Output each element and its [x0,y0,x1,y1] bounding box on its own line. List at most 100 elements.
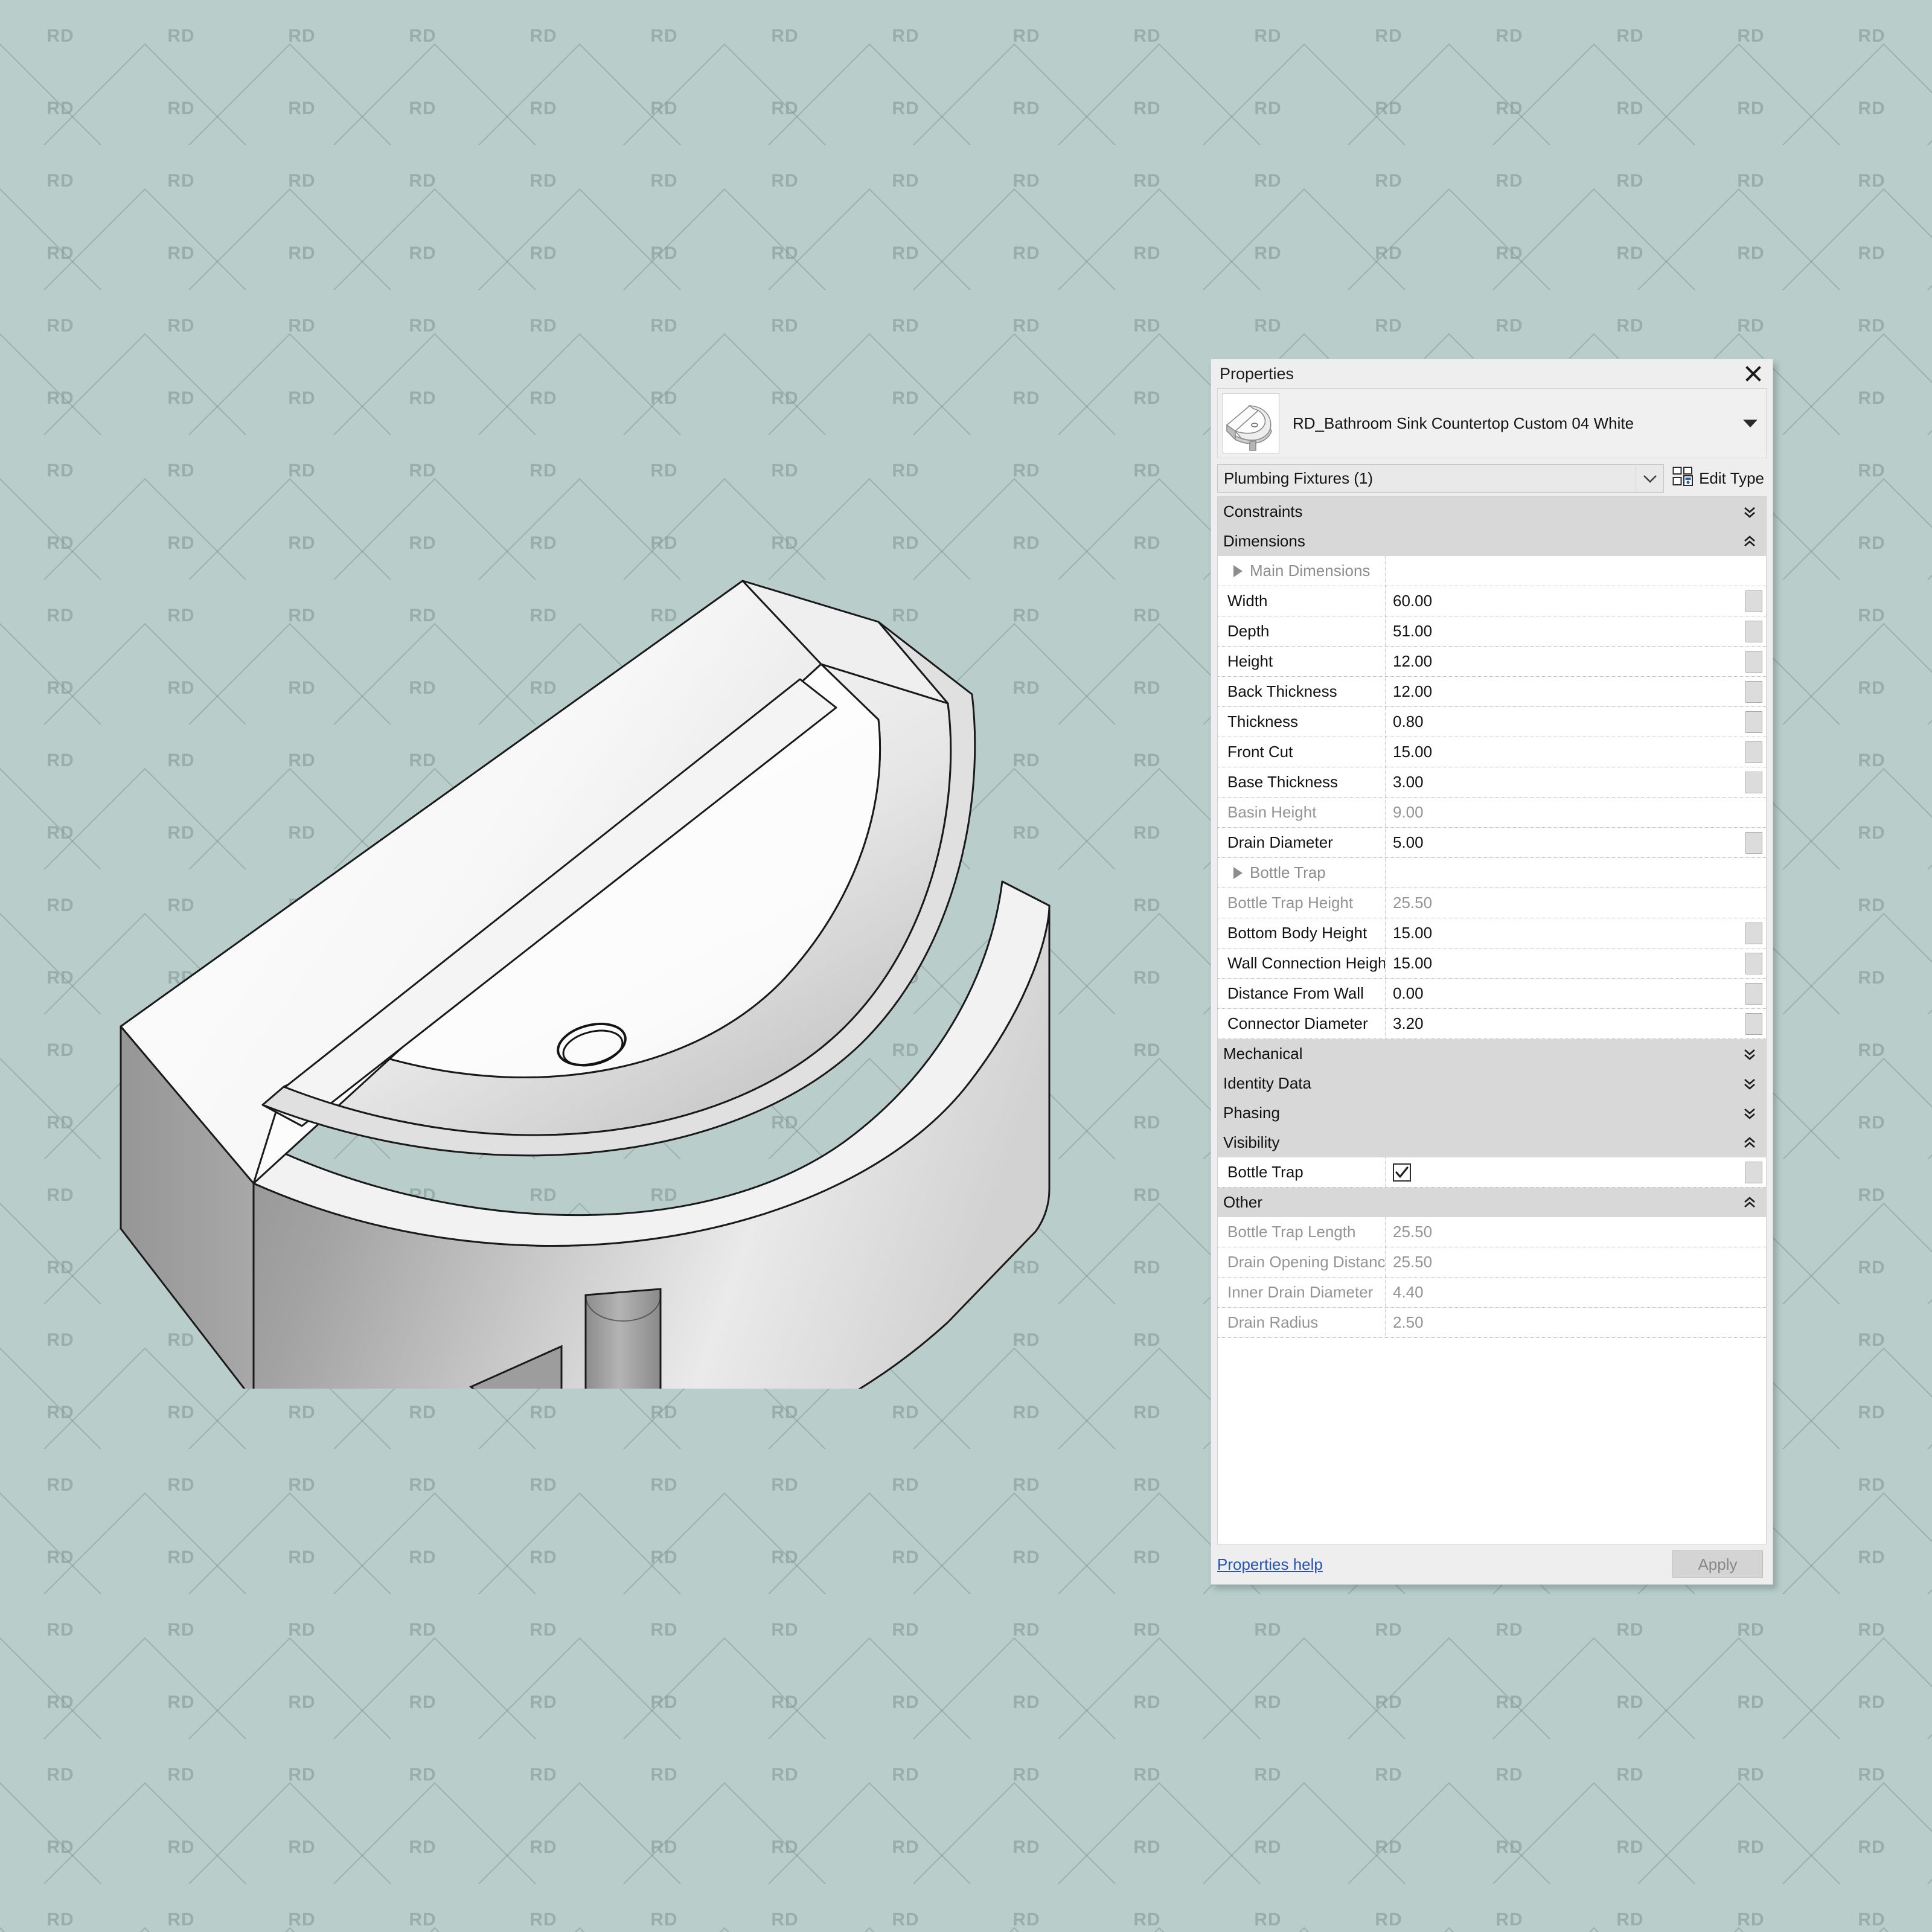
parameter-value-cell[interactable]: 51.00 [1386,616,1766,646]
watermark-tile: RD [771,1910,798,1930]
parameter-grid[interactable]: ConstraintsDimensionsMain DimensionsWidt… [1217,496,1767,1544]
parameter-row[interactable]: Depth51.00 [1218,616,1766,647]
parameter-value-cell[interactable]: 3.00 [1386,767,1766,797]
associate-parameter-button[interactable] [1745,681,1762,703]
watermark-tile: RD [529,1765,557,1785]
checkbox-bottle-trap[interactable] [1393,1163,1411,1182]
properties-palette[interactable]: Properties RD_Bathroom Sink Countertop C… [1211,359,1773,1585]
parameter-value-text: 2.50 [1393,1313,1424,1332]
watermark-tile: RD [1737,98,1764,119]
section-header-dimensions[interactable]: Dimensions [1218,526,1766,556]
parameter-value-cell[interactable]: 0.80 [1386,707,1766,737]
watermark-tile: RD [1375,98,1402,119]
parameter-value-cell[interactable]: 5.00 [1386,828,1766,857]
associate-parameter-button[interactable] [1745,741,1762,763]
parameter-row[interactable]: Bottle Trap Height25.50 [1218,888,1766,918]
section-header-visibility[interactable]: Visibility [1218,1128,1766,1157]
parameter-row[interactable]: Bottle Trap [1218,1157,1766,1188]
associate-parameter-button[interactable] [1745,923,1762,944]
section-header-identity-data[interactable]: Identity Data [1218,1069,1766,1098]
associate-parameter-button[interactable] [1745,651,1762,673]
chevron-down-icon [1636,465,1663,492]
parameter-row[interactable]: Inner Drain Diameter4.40 [1218,1278,1766,1308]
watermark-tile: RD [771,388,798,409]
watermark-tile: RD [1133,171,1160,191]
parameter-row[interactable]: Drain Opening Distance25.50 [1218,1247,1766,1278]
parameter-row[interactable]: Back Thickness12.00 [1218,677,1766,707]
watermark-tile: RD [529,1910,557,1930]
edit-type-button[interactable]: Edit Type [1664,464,1767,493]
watermark-tile: RD [46,968,74,988]
section-header-phasing[interactable]: Phasing [1218,1098,1766,1128]
parameter-value-cell[interactable]: 3.20 [1386,1009,1766,1038]
watermark-tile: RD [771,1692,798,1713]
watermark-tile: RD [167,243,194,264]
watermark-tile: RD [1133,1258,1160,1278]
parameter-row[interactable]: Distance From Wall0.00 [1218,979,1766,1009]
parameter-row[interactable]: Bottle Trap Length25.50 [1218,1217,1766,1247]
section-header-constraints[interactable]: Constraints [1218,497,1766,526]
watermark-tile: RD [46,895,74,916]
watermark-tile: RD [529,1620,557,1640]
parameter-row[interactable]: Drain Radius2.50 [1218,1308,1766,1338]
watermark-tile: RD [167,1475,194,1495]
associate-parameter-button[interactable] [1745,590,1762,612]
watermark-tile: RD [650,1692,677,1713]
watermark-tile: RD [46,1547,74,1568]
sink-3d-model[interactable] [103,543,1129,1389]
parameter-row[interactable]: Front Cut15.00 [1218,737,1766,767]
parameter-row[interactable]: Connector Diameter3.20 [1218,1009,1766,1039]
parameter-value-cell[interactable]: 15.00 [1386,737,1766,767]
category-selector-row: Plumbing Fixtures (1) Edit Type [1217,464,1767,493]
associate-parameter-button[interactable] [1745,711,1762,733]
parameter-value-cell[interactable]: 12.00 [1386,677,1766,706]
parameter-value-cell[interactable]: 15.00 [1386,948,1766,978]
parameter-value-cell[interactable] [1386,1157,1766,1187]
parameter-value-cell: 2.50 [1386,1308,1766,1337]
watermark-tile: RD [650,1475,677,1495]
parameter-row[interactable]: Bottom Body Height15.00 [1218,918,1766,948]
parameter-row[interactable]: Basin Height9.00 [1218,798,1766,828]
watermark-tile: RD [650,1620,677,1640]
watermark-tile: RD [1616,243,1643,264]
parameter-row[interactable]: Bottle Trap [1218,858,1766,888]
type-selector-header[interactable]: RD_Bathroom Sink Countertop Custom 04 Wh… [1217,388,1767,458]
associate-parameter-button[interactable] [1745,772,1762,793]
parameter-value-cell[interactable]: 60.00 [1386,586,1766,616]
parameter-value-cell[interactable]: 12.00 [1386,647,1766,676]
associate-parameter-button[interactable] [1745,1162,1762,1183]
associate-parameter-button[interactable] [1745,621,1762,642]
parameter-value-cell[interactable]: 0.00 [1386,979,1766,1008]
parameter-row[interactable]: Wall Connection Height15.00 [1218,948,1766,979]
watermark-tile: RD [1858,968,1885,988]
properties-help-link[interactable]: Properties help [1217,1555,1323,1574]
watermark-tile: RD [771,98,798,119]
parameter-row[interactable]: Base Thickness3.00 [1218,767,1766,798]
section-header-other[interactable]: Other [1218,1188,1766,1217]
associate-parameter-button[interactable] [1745,983,1762,1005]
associate-parameter-button[interactable] [1745,953,1762,974]
category-combo-select[interactable]: Plumbing Fixtures (1) [1217,464,1664,493]
watermark-tile: RD [1133,1330,1160,1351]
expander-triangle-right-icon[interactable] [1233,565,1243,577]
parameter-row[interactable]: Thickness0.80 [1218,707,1766,737]
watermark-tile: RD [1495,1692,1523,1713]
watermark-tile: RD [1133,968,1160,988]
apply-button[interactable]: Apply [1672,1550,1763,1578]
parameter-value-cell[interactable]: 15.00 [1386,918,1766,948]
watermark-tile: RD [46,1113,74,1133]
type-dropdown-chevron-down-icon[interactable] [1738,394,1762,453]
parameter-row[interactable]: Width60.00 [1218,586,1766,616]
watermark-tile: RD [529,316,557,336]
watermark-tile: RD [46,1475,74,1495]
associate-parameter-button[interactable] [1745,832,1762,854]
expander-triangle-right-icon[interactable] [1233,867,1243,879]
section-header-mechanical[interactable]: Mechanical [1218,1039,1766,1069]
close-icon[interactable] [1741,362,1765,385]
parameter-row[interactable]: Drain Diameter5.00 [1218,828,1766,858]
parameter-row[interactable]: Main Dimensions [1218,556,1766,586]
section-header-label: Identity Data [1223,1074,1311,1093]
associate-parameter-button[interactable] [1745,1013,1762,1035]
watermark-tile: RD [46,98,74,119]
parameter-row[interactable]: Height12.00 [1218,647,1766,677]
